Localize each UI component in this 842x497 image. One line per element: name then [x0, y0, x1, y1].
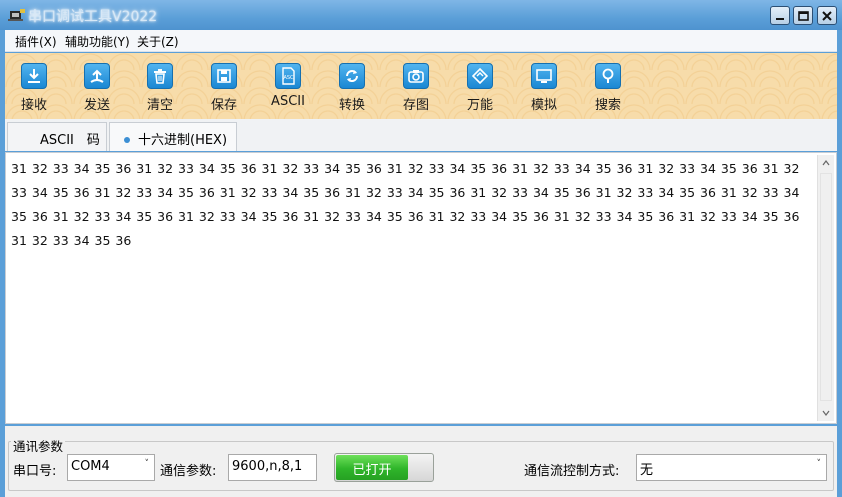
search-label: 搜索	[594, 98, 621, 113]
universal-icon	[467, 63, 493, 89]
receive-text-area[interactable]: 31 32 33 34 35 36 31 32 33 34 35 36 31 3…	[5, 152, 837, 424]
flow-control-select[interactable]: 无 ˅	[636, 454, 827, 481]
tab-hex[interactable]: 十六进制(HEX)	[109, 122, 237, 151]
toggle-on-indicator: 已打开	[336, 455, 408, 480]
universal-button[interactable]: 万能	[455, 63, 505, 113]
chevron-down-icon: ˅	[816, 459, 822, 469]
ascii-button[interactable]: ASC ASCII	[263, 63, 313, 109]
svg-text:ASC: ASC	[283, 75, 294, 81]
comm-params-panel: 通讯参数 串口号: COM4 ˅ 通信参数: 9600,n,8,1 已打开 通信…	[5, 426, 837, 497]
params-label: 通信参数:	[160, 464, 217, 479]
tab-strip: ASCII 码 十六进制(HEX)	[5, 119, 837, 151]
app-icon	[8, 7, 26, 23]
search-button[interactable]: 搜索	[583, 63, 633, 113]
screenshot-button[interactable]: 存图	[391, 63, 441, 113]
scroll-thumb[interactable]	[820, 173, 832, 401]
upload-icon	[84, 63, 110, 89]
search-icon	[595, 63, 621, 89]
camera-icon	[403, 63, 429, 89]
universal-label: 万能	[466, 98, 493, 113]
ascii-file-icon: ASC	[275, 63, 301, 89]
save-icon	[211, 63, 237, 89]
clear-button[interactable]: 清空	[135, 63, 185, 113]
comm-params-title: 通讯参数	[11, 436, 66, 455]
menu-aux-functions[interactable]: 辅助功能(Y)	[65, 33, 130, 50]
receive-label: 接收	[20, 98, 47, 113]
download-icon	[21, 63, 47, 89]
clear-label: 清空	[146, 98, 173, 113]
port-label: 串口号:	[13, 464, 57, 479]
toolbar: 接收 发送 清空 保存 ASC ASCII 转换 存图 万能 模拟 搜索	[5, 53, 837, 119]
ascii-label: ASCII	[271, 94, 305, 109]
simulate-button[interactable]: 模拟	[519, 63, 569, 113]
save-label: 保存	[210, 98, 237, 113]
screenshot-label: 存图	[402, 98, 429, 113]
convert-button[interactable]: 转换	[327, 63, 377, 113]
port-select[interactable]: COM4 ˅	[67, 454, 155, 481]
hex-data-text: 31 32 33 34 35 36 31 32 33 34 35 36 31 3…	[11, 161, 800, 248]
receive-button[interactable]: 接收	[9, 63, 59, 113]
simulate-label: 模拟	[530, 98, 557, 113]
port-value: COM4	[71, 459, 110, 474]
maximize-button[interactable]	[793, 6, 813, 25]
tab-hex-label: 十六进制(HEX)	[138, 133, 228, 148]
vertical-scrollbar[interactable]	[817, 155, 834, 421]
close-button[interactable]	[817, 6, 837, 25]
tab-ascii[interactable]: ASCII 码	[7, 122, 107, 151]
scroll-up-icon[interactable]	[818, 155, 834, 171]
minimize-button[interactable]	[770, 6, 790, 25]
flow-control-label: 通信流控制方式:	[524, 464, 620, 479]
window-title: 串口调试工具V2022	[28, 9, 158, 25]
flow-control-value: 无	[640, 463, 654, 478]
send-button[interactable]: 发送	[72, 63, 122, 113]
monitor-icon	[531, 63, 557, 89]
active-tab-dot-icon	[124, 137, 130, 143]
send-label: 发送	[83, 98, 110, 113]
scroll-down-icon[interactable]	[818, 405, 834, 421]
trash-icon	[147, 63, 173, 89]
chevron-down-icon: ˅	[144, 459, 150, 469]
convert-icon	[339, 63, 365, 89]
menu-bar: 插件(X) 辅助功能(Y) 关于(Z)	[5, 30, 837, 52]
menu-plugins[interactable]: 插件(X)	[15, 33, 57, 50]
convert-label: 转换	[338, 98, 365, 113]
menu-about[interactable]: 关于(Z)	[137, 33, 179, 50]
params-input[interactable]: 9600,n,8,1	[228, 454, 317, 481]
params-value: 9600,n,8,1	[232, 459, 303, 474]
save-button[interactable]: 保存	[199, 63, 249, 113]
open-port-toggle[interactable]: 已打开	[334, 453, 434, 482]
title-bar[interactable]: 串口调试工具V2022	[0, 0, 842, 30]
tab-ascii-label: ASCII 码	[40, 133, 100, 148]
